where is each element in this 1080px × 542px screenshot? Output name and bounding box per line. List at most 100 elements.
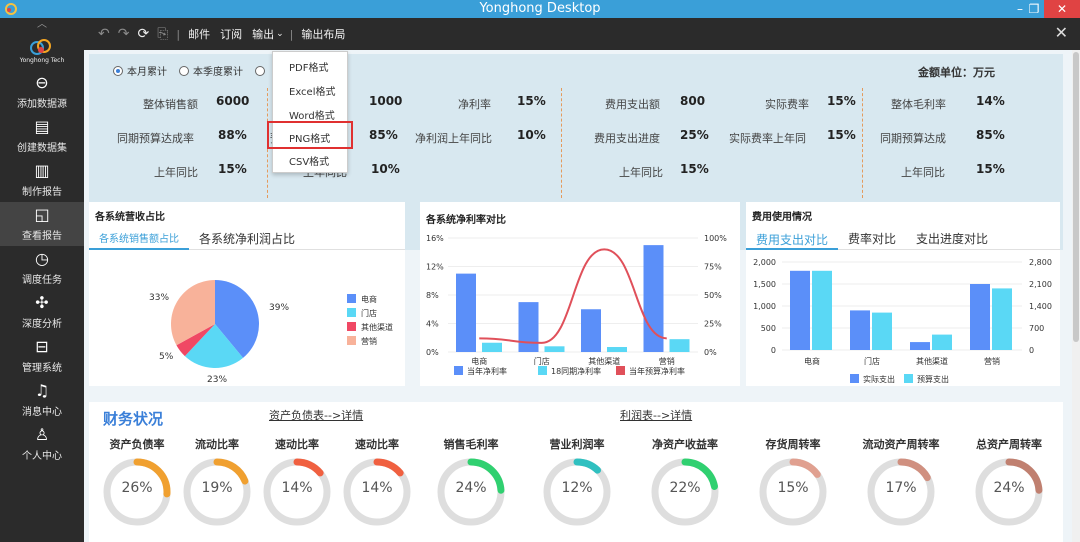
monitor-chart-icon: ◱	[34, 205, 50, 224]
x-tick-label: 电商	[804, 356, 820, 366]
y-tick-label: 500	[761, 324, 776, 333]
pie-chart-card: 各系统营收占比 各系统销售额占比 各系统净利润占比 33% 39% 5% 23% 电商门…	[89, 202, 405, 386]
bar	[910, 342, 930, 350]
maximize-button[interactable]: ❐	[1026, 0, 1042, 18]
kpi-value: 1000	[369, 94, 403, 108]
sidebar-item-2[interactable]: ▥ 制作报告	[0, 158, 84, 202]
bar	[790, 270, 810, 350]
subscribe-button[interactable]: 订阅	[220, 26, 242, 42]
kpi-value: 88%	[218, 128, 247, 142]
y-tick-label: 0%	[426, 348, 439, 357]
link-icon: ⊖	[35, 73, 49, 92]
gauge-value: 17%	[885, 480, 917, 496]
x-tick-label: 门店	[864, 356, 880, 366]
radio-month-cumulative[interactable]: 本月累计	[113, 63, 167, 78]
kpi-label: 上年同比	[619, 166, 663, 179]
kpi-value: 6000	[216, 94, 250, 108]
export-layout-button[interactable]: 输出布局	[301, 26, 345, 42]
x-tick-label: 其他渠道	[588, 356, 620, 366]
y2-tick-label: 0%	[704, 348, 717, 357]
sidebar-item-7[interactable]: ♫ 消息中心	[0, 378, 84, 422]
menu-item-csv[interactable]: CSV格式	[289, 153, 329, 168]
title-bar: Yonghong Desktop – ❐ ✕	[0, 0, 1080, 18]
sidebar-item-4[interactable]: ◷ 调度任务	[0, 246, 84, 290]
menu-item-word[interactable]: Word格式	[289, 107, 335, 122]
legend-label: 18同期净利率	[551, 366, 601, 376]
radio-third[interactable]	[255, 63, 265, 78]
sidebar-item-1[interactable]: ▤ 创建数据集	[0, 114, 84, 158]
sidebar-item-label: 深度分析	[22, 319, 62, 330]
gauge-value: 19%	[201, 480, 233, 496]
kpi-value: 15%	[680, 162, 709, 176]
kpi-value: 15%	[827, 94, 856, 108]
kpi-value: 15%	[827, 128, 856, 142]
redo-icon[interactable]: ↷	[118, 26, 130, 42]
expense-chart: 2,000 1,500 1,000 500 0 2,800 2,100 1,400 700 0 电商…	[753, 258, 1052, 384]
legend-swatch	[347, 336, 356, 345]
brand-name: Yonghong Tech	[19, 56, 65, 64]
sidebar-item-6[interactable]: ⊟ 管理系统	[0, 334, 84, 378]
y-tick-label: 2,000	[753, 258, 776, 267]
sidebar-item-0[interactable]: ⊖ 添加数据源	[0, 70, 84, 114]
export-button[interactable]: 输出	[252, 26, 274, 42]
close-report-icon[interactable]: ✕	[1055, 23, 1068, 42]
y2-tick-label: 0	[1029, 346, 1034, 355]
y-tick-label: 0	[771, 346, 776, 355]
legend-swatch	[904, 374, 913, 383]
legend-label: 营销	[361, 336, 377, 346]
bar	[872, 312, 892, 350]
scrollbar-thumb[interactable]	[1073, 52, 1079, 342]
kpi-value: 800	[680, 94, 706, 108]
mail-button[interactable]: 邮件	[188, 26, 210, 42]
tab-progress-compare[interactable]: 支出进度对比	[906, 228, 998, 250]
y-tick-label: 12%	[426, 263, 444, 272]
toolbar: ↶ ↷ ⟳ ⎘ | 邮件 订阅 输出 ⌄ | 输出布局 ✕	[84, 18, 1080, 50]
x-tick-label: 营销	[659, 356, 675, 366]
amount-unit: 金额单位：万元	[918, 66, 995, 79]
balance-sheet-link[interactable]: 资产负债表-->详情	[269, 407, 363, 423]
gauge-label: 速动比率	[275, 438, 319, 451]
sidebar-item-5[interactable]: ✣ 深度分析	[0, 290, 84, 334]
manage-icon: ⊟	[35, 337, 49, 356]
bar	[482, 342, 502, 352]
y2-tick-label: 2,800	[1029, 258, 1052, 267]
brand-logo: Yonghong Tech	[0, 32, 84, 70]
sidebar-item-label: 查看报告	[22, 231, 62, 242]
y-tick-label: 8%	[426, 291, 439, 300]
bookmark-icon[interactable]: ⎘	[157, 26, 168, 42]
pie-data-label: 23%	[207, 375, 227, 385]
gauge-label: 净资产收益率	[652, 438, 718, 451]
vertical-scrollbar[interactable]	[1072, 50, 1080, 542]
net-margin-chart-card: 各系统净利率对比 16% 12% 8% 4% 0% 100% 75% 50% 25% 0% 电商 门店…	[420, 202, 740, 386]
collapse-icon[interactable]: ︿	[0, 18, 84, 32]
sidebar-item-label: 消息中心	[22, 407, 62, 418]
radio-quarter-cumulative[interactable]: 本季度累计	[179, 63, 243, 78]
income-statement-link[interactable]: 利润表-->详情	[620, 407, 692, 423]
tab-expense-compare[interactable]: 费用支出对比	[746, 228, 839, 250]
tab-sales-share[interactable]: 各系统销售额占比	[89, 228, 189, 250]
close-window-button[interactable]: ✕	[1044, 0, 1080, 18]
sidebar-item-3[interactable]: ◱ 查看报告	[0, 202, 84, 246]
finance-panel: 财务状况 资产负债表-->详情 利润表-->详情 资产负债率 26% 流动比率 19%…	[89, 402, 1063, 542]
kpi-label: 上年同比	[154, 166, 198, 179]
gauge-value: 15%	[777, 480, 809, 496]
series-line	[479, 248, 667, 344]
gauge-value: 12%	[561, 480, 593, 496]
sidebar-item-8[interactable]: ♙ 个人中心	[0, 422, 84, 466]
kpi-label: 同期预算达成率	[117, 132, 194, 145]
gauge-label: 速动比率	[355, 438, 399, 451]
refresh-icon[interactable]: ⟳	[137, 26, 149, 42]
kpi-label: 同期预算达成	[880, 132, 946, 145]
gauge-label: 销售毛利率	[443, 438, 499, 451]
x-tick-label: 电商	[471, 356, 487, 366]
finance-title: 财务状况	[103, 410, 164, 428]
expense-chart-card: 费用使用情况 费用支出对比 费率对比 支出进度对比 2,000 1,500 1,00…	[746, 202, 1060, 386]
tab-profit-share[interactable]: 各系统净利润占比	[189, 228, 305, 250]
gauge-value: 26%	[121, 480, 153, 496]
chevron-down-icon[interactable]: ⌄	[276, 29, 284, 39]
gauge-label: 营业利润率	[549, 438, 605, 451]
menu-item-pdf[interactable]: PDF格式	[289, 59, 328, 74]
menu-item-excel[interactable]: Excel格式	[289, 83, 336, 98]
undo-icon[interactable]: ↶	[98, 26, 110, 42]
tab-rate-compare[interactable]: 费率对比	[838, 228, 906, 250]
